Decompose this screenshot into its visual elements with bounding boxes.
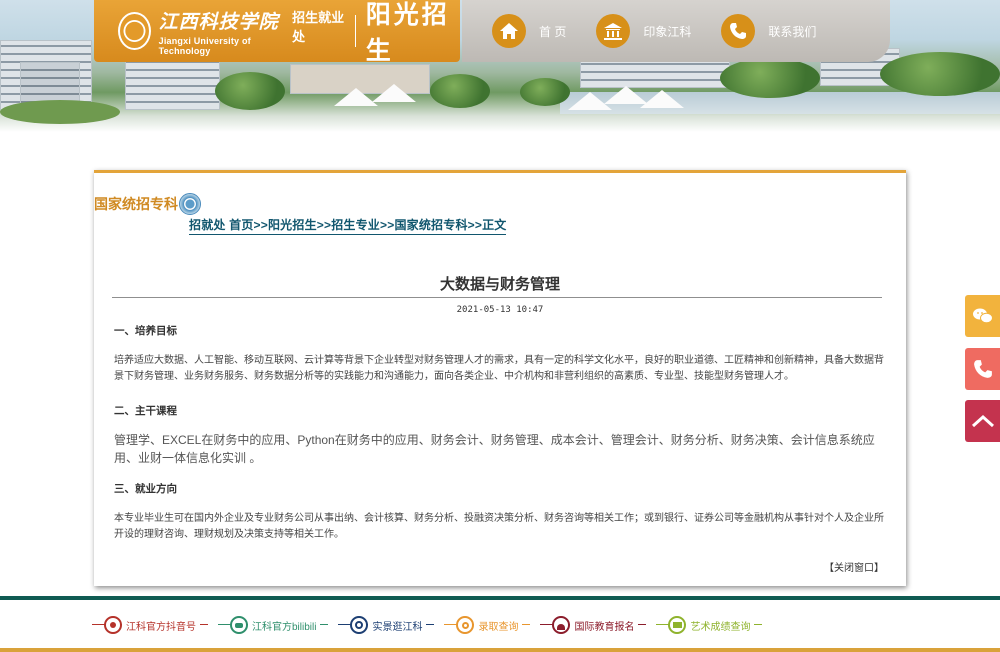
portal-title: 阳光招生: [365, 0, 450, 65]
breadcrumb-separator: >>: [316, 218, 332, 232]
header-banner: 江西科技学院 Jiangxi University of Technology …: [0, 0, 1000, 132]
bilibili-icon: [230, 616, 248, 634]
phone-icon: [973, 360, 992, 378]
tree: [0, 100, 120, 124]
nav-home-label: 首 页: [539, 24, 567, 39]
footer-link-label: 江科官方bilibili: [248, 617, 321, 633]
screen-icon: [668, 616, 687, 634]
footer-bottom-line: [0, 648, 1000, 652]
breadcrumb-separator: >>: [380, 218, 395, 232]
footer-link-douyin[interactable]: 江科官方抖音号: [92, 614, 208, 636]
breadcrumb-category[interactable]: 国家统招专科: [394, 218, 467, 232]
breadcrumb-majors[interactable]: 招生专业: [331, 218, 380, 232]
heading-courses: 二、主干课程: [114, 405, 177, 417]
search-icon: [456, 616, 475, 634]
canopy: [372, 84, 416, 102]
tree: [720, 58, 820, 98]
paragraph-courses: 管理学、EXCEL在财务中的应用、Python在财务中的应用、财务会计、财务管理…: [114, 433, 875, 465]
nav-home[interactable]: 首 页: [492, 0, 566, 62]
wechat-button[interactable]: [965, 295, 1000, 337]
breadcrumb-separator: >>: [467, 218, 483, 232]
breadcrumb: 招就处 首页>>阳光招生>>招生专业>>国家统招专科>>正文: [189, 216, 507, 235]
title-divider: [112, 297, 882, 298]
article-date: 2021-05-13 10:47: [456, 305, 544, 315]
emblem-icon: [179, 193, 201, 215]
campus-building: [125, 58, 220, 110]
heading-objectives: 一、培养目标: [114, 325, 177, 337]
breadcrumb-home[interactable]: 招就处 首页: [189, 218, 254, 232]
school-name-en: Jiangxi University of Technology: [158, 35, 251, 56]
douyin-icon: [104, 616, 122, 634]
footer-link-label: 录取查询: [474, 617, 523, 633]
wechat-icon: [972, 308, 993, 324]
breadcrumb-sunshine[interactable]: 阳光招生: [268, 218, 317, 232]
school-name-cn: 江西科技学院: [158, 10, 279, 33]
tree: [430, 74, 490, 108]
nav-impression[interactable]: 印象江科: [596, 0, 691, 62]
people-icon: [552, 616, 571, 634]
tree: [880, 52, 1000, 96]
nav-contact[interactable]: 联系我们: [721, 0, 816, 62]
site-logo[interactable]: 江西科技学院 Jiangxi University of Technology …: [94, 0, 460, 65]
back-to-top-icon: [971, 414, 994, 428]
back-to-top-button[interactable]: [965, 400, 1000, 442]
school-seal-icon: [118, 12, 151, 50]
footer-links: 江科官方抖音号 江科官方bilibili 实景逛江科 录取查询 国际教育报名 艺…: [92, 614, 763, 636]
phone-icon: [721, 14, 756, 48]
nav-impression-label: 印象江科: [643, 24, 692, 39]
department-name: 招生就业处: [292, 10, 345, 44]
footer-link-art-scores[interactable]: 艺术成绩查询: [656, 614, 763, 636]
article-title: 大数据与财务管理: [439, 276, 560, 293]
footer-link-label: 艺术成绩查询: [686, 617, 755, 633]
footer-link-label: 国际教育报名: [570, 617, 639, 633]
temple-icon: [596, 14, 631, 48]
section-title: 国家统招专科: [94, 193, 201, 215]
footer-top-line: [0, 596, 1000, 600]
school-name: 江西科技学院 Jiangxi University of Technology: [159, 7, 283, 56]
phone-button[interactable]: [965, 348, 1000, 390]
paragraph-objectives: 培养适应大数据、人工智能、移动互联网、云计算等背景下企业转型对财务管理人才的需求…: [114, 355, 884, 382]
breadcrumb-separator: >>: [253, 218, 268, 232]
tree: [520, 78, 570, 106]
footer-link-virtual-tour[interactable]: 实景逛江科: [338, 614, 435, 636]
section-title-text: 国家统招专科: [94, 196, 178, 212]
footer-link-label: 江科官方抖音号: [122, 617, 200, 633]
footer-link-bilibili[interactable]: 江科官方bilibili: [218, 614, 329, 636]
main-nav: 首 页 印象江科 联系我们: [462, 0, 890, 62]
article-panel: 国家统招专科 招就处 首页>>阳光招生>>招生专业>>国家统招专科>>正文 大数…: [94, 170, 906, 586]
home-icon: [492, 14, 526, 48]
footer-link-intl-education[interactable]: 国际教育报名: [540, 614, 647, 636]
footer-link-admission-query[interactable]: 录取查询: [444, 614, 531, 636]
canopy: [640, 90, 684, 108]
heading-careers: 三、就业方向: [114, 483, 177, 495]
campus-building: [580, 60, 730, 88]
article-body: 一、培养目标 培养适应大数据、人工智能、移动互联网、云计算等背景下企业转型对财务…: [114, 323, 886, 543]
globe-icon: [350, 616, 369, 634]
breadcrumb-current: 正文: [482, 218, 507, 232]
paragraph-careers: 本专业毕业生可在国内外企业及专业财务公司从事出纳、会计核算、财务分析、投融资决策…: [114, 513, 884, 540]
nav-contact-label: 联系我们: [768, 24, 817, 39]
tree: [215, 72, 285, 110]
logo-divider: [354, 15, 356, 47]
close-window-link[interactable]: 【关闭窗口】: [824, 559, 884, 574]
footer-link-label: 实景逛江科: [368, 617, 427, 633]
